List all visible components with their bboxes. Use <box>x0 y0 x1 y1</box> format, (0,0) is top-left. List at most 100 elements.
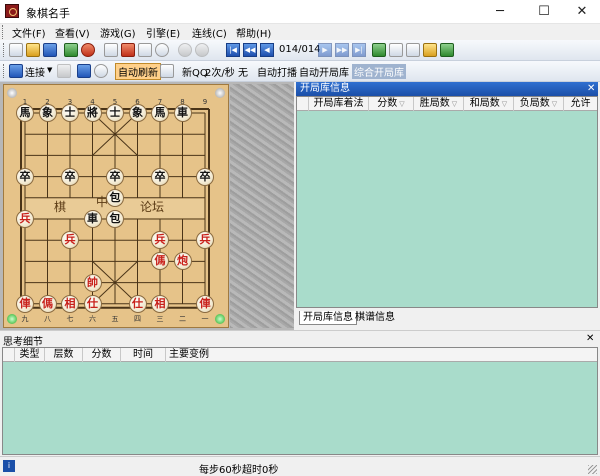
red-piece[interactable]: 仕 <box>128 294 147 313</box>
prev-move-icon[interactable]: ◀ <box>260 43 274 57</box>
col-opening-move[interactable]: 开局库着法 <box>309 97 369 111</box>
opening-book-panel: 开局库信息 ✕ 开局库着法 分数 ▽ 胜局数 ▽ 和局数 ▽ 负局数 ▽ 允许 开局库信… <box>294 82 600 330</box>
tab-game-record[interactable]: 棋谱信息 <box>352 311 398 325</box>
thinking-detail-list[interactable]: 类型 层数 分数 时间 主要变例 <box>2 347 598 455</box>
header-spacer <box>297 97 309 111</box>
prev-fast-icon[interactable]: ◀◀ <box>243 43 257 57</box>
combined-book-button[interactable]: 综合开局库 <box>352 64 406 79</box>
stop-icon[interactable] <box>178 43 192 57</box>
bottom-left-corner-icon <box>7 314 17 324</box>
menu-view[interactable]: 查看(V) <box>55 25 90 40</box>
menu-engine[interactable]: 引擎(E) <box>146 25 180 40</box>
last-move-icon[interactable]: ▶| <box>352 43 366 57</box>
file-label-bottom: 二 <box>179 314 186 323</box>
search-icon[interactable] <box>155 43 169 57</box>
col-depth[interactable]: 层数 <box>45 348 83 362</box>
capture-icon[interactable] <box>77 64 91 78</box>
black-piece[interactable]: 卒 <box>16 167 34 186</box>
tab-opening-book[interactable]: 开局库信息 <box>299 311 357 325</box>
black-piece[interactable]: 卒 <box>196 167 214 186</box>
connect-dropdown-icon[interactable]: ▼ <box>47 66 52 74</box>
engine-monitor-icon[interactable] <box>138 43 152 57</box>
col-draws[interactable]: 和局数 ▽ <box>464 97 514 111</box>
detail-header-spacer <box>3 348 15 362</box>
red-piece[interactable]: 傌 <box>38 294 57 313</box>
next-move-icon[interactable]: ▶ <box>318 43 332 57</box>
black-piece[interactable]: 包 <box>106 210 124 228</box>
black-piece[interactable]: 車 <box>83 210 102 228</box>
resize-grip-icon[interactable] <box>588 465 597 474</box>
sort-arrow-icon: ▽ <box>451 100 458 108</box>
time-control: 每步60秒 <box>199 465 242 476</box>
menu-help[interactable]: 帮助(H) <box>236 25 271 40</box>
next-fast-icon[interactable]: ▶▶ <box>335 43 349 57</box>
auto-open-book-button[interactable]: 自动开局库 <box>299 64 349 79</box>
menu-game[interactable]: 游戏(G) <box>100 25 136 40</box>
auto-refresh-button[interactable]: 自动刷新 <box>115 63 161 80</box>
sort-arrow-icon: ▽ <box>501 100 508 108</box>
red-piece[interactable]: 俥 <box>16 294 34 313</box>
first-move-icon[interactable]: |◀ <box>226 43 240 57</box>
col-score[interactable]: 分数 ▽ <box>369 97 414 111</box>
opening-book-close-icon[interactable]: ✕ <box>587 83 595 94</box>
col-type[interactable]: 类型 <box>15 348 45 362</box>
copy-icon[interactable] <box>389 43 403 57</box>
col-wins-label: 胜局数 <box>419 98 450 109</box>
black-piece[interactable]: 象 <box>38 104 57 122</box>
variation-tree-icon[interactable] <box>372 43 386 57</box>
refresh-icon[interactable] <box>160 64 174 78</box>
thinking-detail-close-icon[interactable]: ✕ <box>586 333 594 344</box>
auto-play-button[interactable]: 自动打播 <box>257 64 297 79</box>
black-piece[interactable]: 車 <box>173 104 192 122</box>
overtime: 超时0秒 <box>242 465 279 476</box>
col-main-line[interactable]: 主要变例 <box>166 348 226 362</box>
col-detail-score[interactable]: 分数 <box>83 348 121 362</box>
black-piece[interactable]: 士 <box>61 104 79 122</box>
book-icon[interactable] <box>440 43 454 57</box>
col-type-label: 类型 <box>19 349 40 360</box>
opening-book-list[interactable]: 开局库着法 分数 ▽ 胜局数 ▽ 和局数 ▽ 负局数 ▽ 允许 <box>296 96 598 308</box>
black-piece[interactable]: 卒 <box>61 167 79 186</box>
black-piece[interactable]: 卒 <box>151 167 169 186</box>
maximize-button[interactable]: ☐ <box>524 0 564 24</box>
red-piece[interactable]: 兵 <box>16 210 34 228</box>
col-wins[interactable]: 胜局数 ▽ <box>414 97 464 111</box>
red-piece[interactable]: 相 <box>151 294 169 313</box>
new-file-icon[interactable] <box>9 43 23 57</box>
chess-board[interactable]: 棋 中 论坛 123456789 九八七六五四三二一 馬象士將士象馬車卒卒卒卒卒… <box>3 84 229 328</box>
clock-icon[interactable] <box>81 43 95 57</box>
col-allowed[interactable]: 允许 <box>564 97 597 111</box>
red-piece[interactable]: 帥 <box>83 273 102 292</box>
open-folder-icon[interactable] <box>26 43 40 57</box>
board-image-icon[interactable] <box>423 43 437 57</box>
engine-red-icon[interactable] <box>121 43 135 57</box>
monitor-icon[interactable] <box>104 43 118 57</box>
save-icon[interactable] <box>43 43 57 57</box>
black-piece[interactable]: 象 <box>128 104 147 122</box>
black-piece[interactable]: 馬 <box>16 104 34 122</box>
paste-icon[interactable] <box>406 43 420 57</box>
undo-icon[interactable] <box>195 43 209 57</box>
black-piece[interactable]: 卒 <box>106 167 124 186</box>
menu-file[interactable]: 文件(F) <box>12 25 46 40</box>
black-piece[interactable]: 包 <box>106 188 124 207</box>
minimize-button[interactable]: ─ <box>480 0 520 24</box>
col-time[interactable]: 时间 <box>121 348 166 362</box>
red-piece[interactable]: 相 <box>61 294 79 313</box>
red-piece[interactable]: 仕 <box>83 294 102 313</box>
setup-board-icon[interactable] <box>64 43 78 57</box>
menu-connect[interactable]: 连线(C) <box>192 25 227 40</box>
mouse-pointer-icon[interactable] <box>57 64 71 78</box>
red-piece[interactable]: 炮 <box>173 252 192 271</box>
black-piece[interactable]: 馬 <box>151 104 169 122</box>
connect-icon[interactable] <box>9 64 23 78</box>
sort-arrow-icon: ▽ <box>399 100 405 108</box>
col-losses[interactable]: 负局数 ▽ <box>514 97 564 111</box>
black-piece[interactable]: 將 <box>83 104 102 122</box>
info-icon[interactable]: i <box>3 460 15 472</box>
close-button[interactable]: ✕ <box>562 0 600 24</box>
red-piece[interactable]: 俥 <box>196 294 214 313</box>
find-icon[interactable] <box>94 64 108 78</box>
black-piece[interactable]: 士 <box>106 104 124 122</box>
connect-button[interactable]: 连接 <box>25 64 45 79</box>
